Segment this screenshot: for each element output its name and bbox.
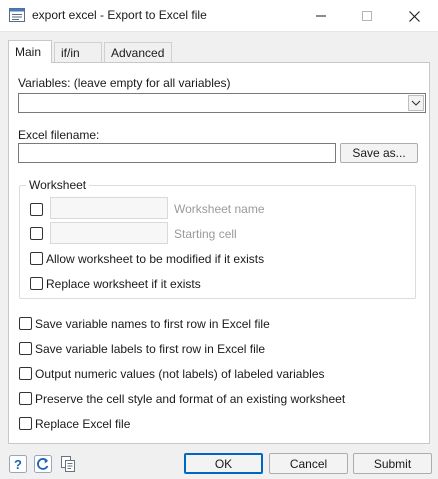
variables-label: Variables: (leave empty for all variable… — [18, 76, 231, 90]
svg-text:?: ? — [14, 457, 22, 472]
tab-if-in-label: if/in — [61, 45, 80, 60]
save-var-names-label: Save variable names to first row in Exce… — [35, 317, 270, 331]
allow-modify-checkbox[interactable] — [30, 252, 43, 265]
copy-command-icon — [61, 456, 75, 472]
cancel-button[interactable]: Cancel — [269, 453, 348, 474]
replace-worksheet-checkbox[interactable] — [30, 277, 43, 290]
starting-cell-input[interactable] — [50, 222, 168, 244]
submit-label: Submit — [373, 456, 412, 471]
reset-icon — [34, 455, 52, 473]
maximize-button[interactable] — [344, 0, 390, 32]
minimize-button[interactable] — [298, 0, 344, 32]
ok-button[interactable]: OK — [184, 453, 263, 474]
save-as-label: Save as... — [352, 146, 406, 160]
tab-if-in[interactable]: if/in — [54, 42, 102, 62]
close-icon — [408, 10, 420, 22]
filename-input[interactable] — [18, 143, 336, 163]
replace-worksheet-label: Replace worksheet if it exists — [46, 277, 201, 291]
output-numeric-label: Output numeric values (not labels) of la… — [35, 367, 325, 381]
save-as-button[interactable]: Save as... — [340, 143, 418, 163]
help-button[interactable]: ? — [8, 454, 28, 474]
preserve-style-label: Preserve the cell style and format of an… — [35, 392, 346, 406]
submit-button[interactable]: Submit — [353, 453, 432, 474]
title-bar: export excel - Export to Excel file — [0, 0, 438, 32]
variables-dropdown-button[interactable] — [408, 95, 424, 111]
copy-command-button[interactable] — [58, 454, 78, 474]
variables-combobox[interactable] — [18, 93, 426, 113]
main-tab-panel: Variables: (leave empty for all variable… — [8, 62, 430, 444]
dialog-app-icon — [9, 8, 25, 22]
worksheet-name-input[interactable] — [50, 197, 168, 219]
ok-label: OK — [214, 456, 233, 471]
reset-button[interactable] — [33, 454, 53, 474]
window-title: export excel - Export to Excel file — [32, 8, 207, 22]
worksheet-name-checkbox[interactable] — [30, 203, 43, 216]
tab-advanced-label: Advanced — [111, 45, 165, 60]
save-var-labels-checkbox[interactable] — [19, 342, 32, 355]
help-icon: ? — [9, 455, 27, 473]
replace-excel-label: Replace Excel file — [35, 417, 131, 431]
preserve-style-checkbox[interactable] — [19, 392, 32, 405]
replace-excel-checkbox[interactable] — [19, 417, 32, 430]
close-button[interactable] — [391, 0, 437, 32]
allow-modify-label: Allow worksheet to be modified if it exi… — [46, 252, 265, 266]
save-var-labels-label: Save variable labels to first row in Exc… — [35, 342, 266, 356]
save-var-names-checkbox[interactable] — [19, 317, 32, 330]
maximize-icon — [362, 11, 372, 21]
worksheet-group-label: Worksheet — [26, 178, 90, 192]
starting-cell-label: Starting cell — [174, 227, 237, 241]
filename-label: Excel filename: — [18, 128, 100, 142]
output-numeric-checkbox[interactable] — [19, 367, 32, 380]
chevron-down-icon — [411, 100, 421, 106]
worksheet-name-label: Worksheet name — [174, 202, 265, 216]
tab-main-label: Main — [15, 45, 42, 59]
worksheet-group: Worksheet Worksheet name Starting cell A… — [19, 178, 416, 299]
minimize-icon — [316, 15, 326, 17]
cancel-label: Cancel — [289, 456, 328, 471]
tab-main[interactable]: Main — [8, 40, 52, 63]
tab-advanced[interactable]: Advanced — [104, 42, 172, 62]
starting-cell-checkbox[interactable] — [30, 227, 43, 240]
